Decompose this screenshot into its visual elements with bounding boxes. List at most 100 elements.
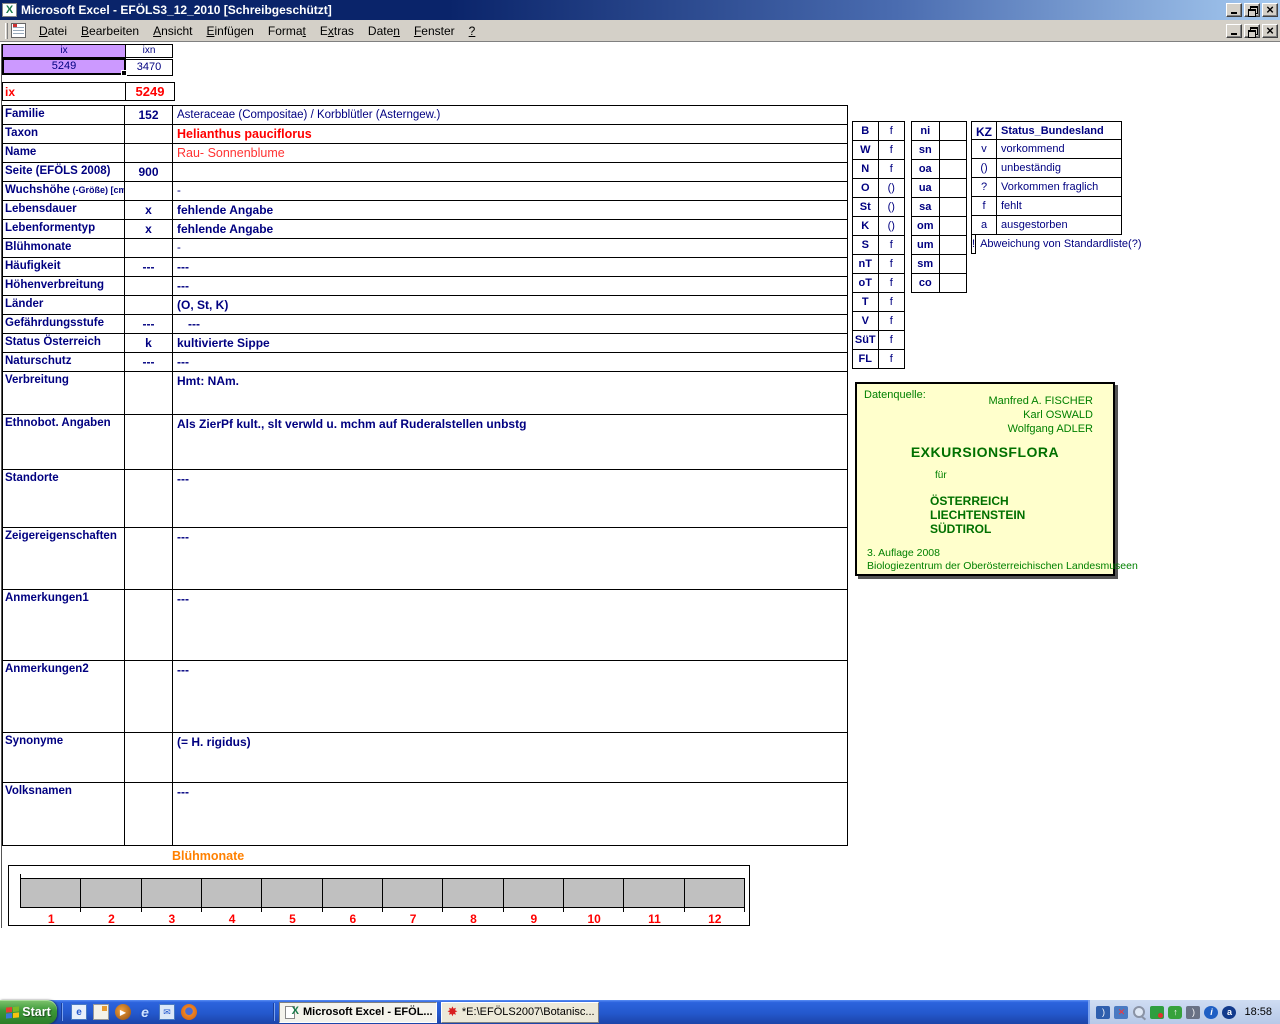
- record-code-cell[interactable]: [125, 470, 173, 527]
- internet-explorer-icon[interactable]: e: [137, 1004, 153, 1020]
- legend-code-cell[interactable]: f: [972, 197, 997, 215]
- menu-item[interactable]: Extras: [313, 22, 361, 40]
- menu-item[interactable]: Datei: [32, 22, 74, 40]
- lookup-header-ix[interactable]: ix: [2, 44, 126, 58]
- workbook-minimize-button[interactable]: [1226, 23, 1242, 38]
- bundesland-status-cell[interactable]: (): [879, 198, 904, 216]
- record-value-cell[interactable]: ---: [173, 277, 847, 295]
- record-label-cell[interactable]: Naturschutz: [3, 353, 125, 371]
- record-code-cell[interactable]: [125, 144, 173, 162]
- media-player-icon[interactable]: ▶: [115, 1004, 131, 1020]
- bundesland-status-cell[interactable]: (): [879, 179, 904, 197]
- record-label-cell[interactable]: Länder: [3, 296, 125, 314]
- menu-item[interactable]: Format: [261, 22, 313, 40]
- workbook-close-button[interactable]: [1262, 23, 1278, 38]
- record-code-cell[interactable]: [125, 125, 173, 143]
- record-value-cell[interactable]: ---: [173, 353, 847, 371]
- record-code-cell[interactable]: [125, 277, 173, 295]
- magnifier-tray-icon[interactable]: [1132, 1006, 1146, 1019]
- mail-sync-icon[interactable]: ✉: [159, 1004, 175, 1020]
- record-value-cell[interactable]: Rau- Sonnenblume: [173, 144, 847, 162]
- record-code-cell[interactable]: ---: [125, 315, 173, 333]
- ie-shortcut-icon[interactable]: e: [71, 1004, 87, 1020]
- subregion-status-cell[interactable]: [940, 198, 967, 216]
- image-editor-icon[interactable]: [93, 1004, 109, 1020]
- window-minimize-button[interactable]: [1226, 3, 1242, 17]
- legend-title-header-cell[interactable]: Status_Bundesland: [997, 122, 1121, 139]
- bundesland-code-cell[interactable]: T: [853, 293, 879, 311]
- record-label-cell[interactable]: Häufigkeit: [3, 258, 125, 276]
- task-button-irfanview[interactable]: ✸ *E:\EFÖLS2007\Botanisc...: [441, 1001, 599, 1023]
- record-code-cell[interactable]: [125, 783, 173, 845]
- subregion-status-cell[interactable]: [940, 255, 967, 273]
- record-code-cell[interactable]: [125, 590, 173, 660]
- menu-item[interactable]: Daten: [361, 22, 407, 40]
- record-label-cell[interactable]: Status Österreich: [3, 334, 125, 352]
- record-label-cell[interactable]: Höhenverbreitung: [3, 277, 125, 295]
- subregion-status-cell[interactable]: [940, 141, 967, 159]
- record-code-cell[interactable]: 900: [125, 163, 173, 181]
- record-value-cell[interactable]: Asteraceae (Compositae) / Korbblütler (A…: [173, 106, 847, 124]
- record-code-cell[interactable]: [125, 182, 173, 200]
- record-label-cell[interactable]: Wuchshöhe (-Größe) [cm]: [3, 182, 125, 200]
- bloom-chart[interactable]: 1 2 3 4 5 6 7 8 9 10 11 12: [8, 865, 750, 926]
- window-restore-button[interactable]: [1244, 3, 1260, 17]
- record-value-cell[interactable]: fehlende Angabe: [173, 201, 847, 219]
- bundesland-status-cell[interactable]: f: [879, 312, 904, 330]
- bundesland-code-cell[interactable]: FL: [853, 350, 879, 368]
- record-label-cell[interactable]: Standorte: [3, 470, 125, 527]
- record-code-cell[interactable]: ---: [125, 353, 173, 371]
- record-label-cell[interactable]: Lebensdauer: [3, 201, 125, 219]
- record-code-cell[interactable]: x: [125, 201, 173, 219]
- update-tray-icon[interactable]: ↑: [1168, 1005, 1183, 1019]
- bundesland-status-cell[interactable]: f: [879, 331, 904, 349]
- record-label-cell[interactable]: Anmerkungen2: [3, 661, 125, 732]
- network-disconnected-tray-icon[interactable]: ✕: [1114, 1005, 1129, 1019]
- bundesland-code-cell[interactable]: SüT: [853, 331, 879, 349]
- record-code-cell[interactable]: [125, 372, 173, 414]
- record-value-cell[interactable]: ---: [173, 528, 847, 589]
- record-value-cell[interactable]: Hmt: NAm.: [173, 372, 847, 414]
- bundesland-status-cell[interactable]: f: [879, 293, 904, 311]
- record-label-cell[interactable]: Ethnobot. Angaben: [3, 415, 125, 469]
- avira-tray-icon[interactable]: a: [1222, 1005, 1237, 1019]
- record-code-cell[interactable]: ---: [125, 258, 173, 276]
- lookup-value-ixn[interactable]: 3470: [125, 59, 173, 76]
- legend-desc-cell[interactable]: unbeständig: [997, 159, 1121, 177]
- bundesland-status-cell[interactable]: f: [879, 255, 904, 273]
- network-sound-tray-icon[interactable]: ): [1096, 1005, 1111, 1019]
- subregion-code-cell[interactable]: co: [912, 274, 940, 292]
- record-label-cell[interactable]: Zeigereigenschaften: [3, 528, 125, 589]
- record-label-cell[interactable]: Verbreitung: [3, 372, 125, 414]
- subregion-status-cell[interactable]: [940, 274, 967, 292]
- bundesland-code-cell[interactable]: V: [853, 312, 879, 330]
- record-label-cell[interactable]: Gefährdungsstufe: [3, 315, 125, 333]
- legend-desc-cell[interactable]: ausgestorben: [997, 216, 1121, 234]
- legend-code-cell[interactable]: a: [972, 216, 997, 234]
- subregion-code-cell[interactable]: sn: [912, 141, 940, 159]
- record-value-cell[interactable]: ---: [173, 258, 847, 276]
- volume-tray-icon[interactable]: ): [1186, 1005, 1201, 1019]
- record-label-cell[interactable]: Seite (EFÖLS 2008): [3, 163, 125, 181]
- bundesland-code-cell[interactable]: W: [853, 141, 879, 159]
- record-label-cell[interactable]: Lebenformentyp: [3, 220, 125, 238]
- window-close-button[interactable]: [1262, 3, 1278, 17]
- record-label-cell[interactable]: Anmerkungen1: [3, 590, 125, 660]
- record-value-cell[interactable]: fehlende Angabe: [173, 220, 847, 238]
- record-value-cell[interactable]: ---: [173, 661, 847, 732]
- bundesland-status-cell[interactable]: f: [879, 274, 904, 292]
- workbook-restore-button[interactable]: [1244, 23, 1260, 38]
- record-label-cell[interactable]: Taxon: [3, 125, 125, 143]
- bundesland-code-cell[interactable]: nT: [853, 255, 879, 273]
- record-label-cell[interactable]: Familie: [3, 106, 125, 124]
- record-value-cell[interactable]: Helianthus pauciflorus: [173, 125, 847, 143]
- record-value-cell[interactable]: (= H. rigidus): [173, 733, 847, 782]
- subregion-code-cell[interactable]: sm: [912, 255, 940, 273]
- bundesland-code-cell[interactable]: B: [853, 122, 879, 140]
- record-label-cell[interactable]: Name: [3, 144, 125, 162]
- legend-code-cell[interactable]: ?: [972, 178, 997, 196]
- subregion-code-cell[interactable]: ni: [912, 122, 940, 140]
- menu-item[interactable]: Einfügen: [199, 22, 260, 40]
- lookup-header-ixn[interactable]: ixn: [125, 44, 173, 58]
- menu-item[interactable]: Fenster: [407, 22, 462, 40]
